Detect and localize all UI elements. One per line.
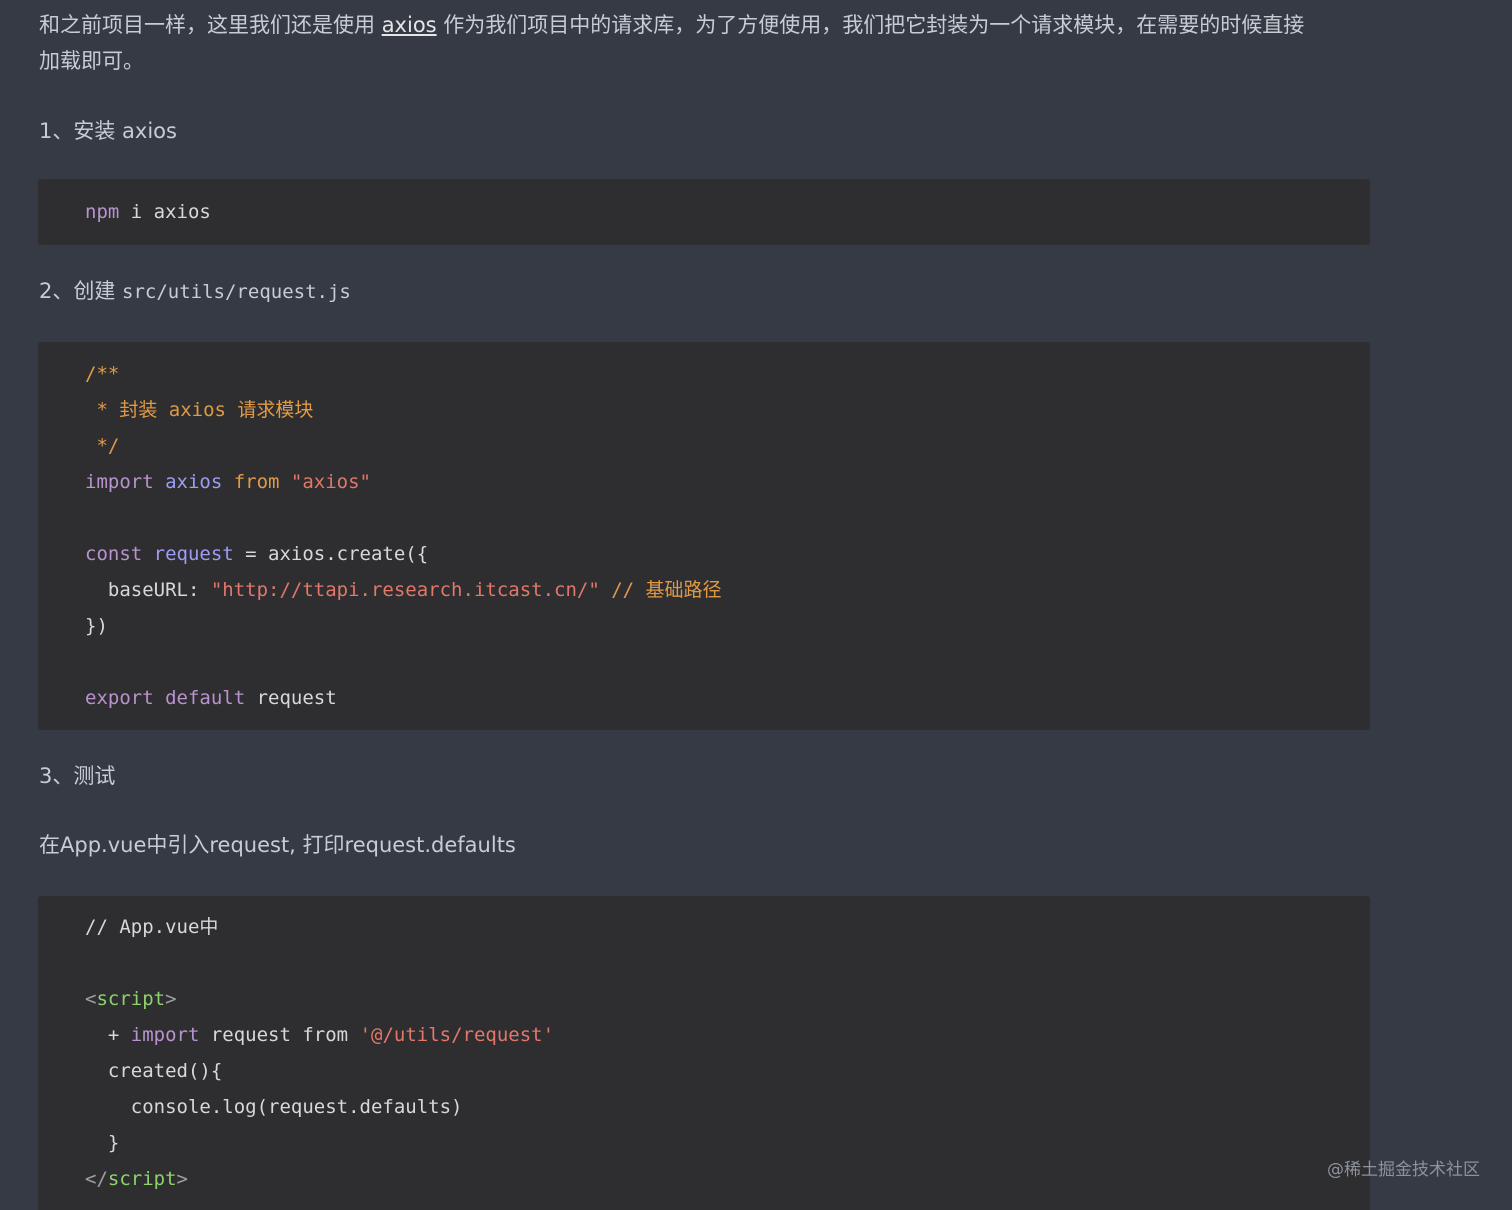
code-line: import axios from "axios" bbox=[85, 464, 1370, 500]
code-token: "http://ttapi.research.itcast.cn/" bbox=[210, 579, 600, 601]
code-token: script bbox=[107, 1168, 177, 1190]
test-description: 在App.vue中引入request, 打印request.defaults bbox=[39, 833, 516, 857]
code-token: baseURL: bbox=[85, 579, 211, 601]
code-token: // 基础路径 bbox=[599, 579, 722, 601]
code-line: + import request from '@/utils/request' bbox=[85, 1017, 1370, 1053]
intro-paragraph: 和之前项目一样，这里我们还是使用 axios 作为我们项目中的请求库，为了方便使… bbox=[39, 7, 1379, 43]
code-token: > bbox=[165, 988, 177, 1010]
step-3-heading: 3、测试 bbox=[39, 764, 116, 788]
code-line: /** bbox=[85, 363, 120, 385]
code-line: }) bbox=[85, 615, 108, 637]
step-1-heading: 1、安装 axios bbox=[39, 119, 177, 143]
code-block-request: /** * 封装 axios 请求模块 */ import axios from… bbox=[38, 342, 1370, 730]
code-token: import bbox=[85, 471, 154, 493]
code-token: '@/utils/request' bbox=[359, 1024, 555, 1046]
step-2-heading: 2、创建 src/utils/request.js bbox=[39, 273, 1379, 310]
code-token: i axios bbox=[119, 201, 211, 223]
file-path: src/utils/request.js bbox=[122, 281, 351, 303]
code-block-app-vue: // App.vue中 <script> + import request fr… bbox=[38, 896, 1370, 1210]
code-line: const request = axios.create({ bbox=[85, 536, 1370, 572]
code-token: script bbox=[96, 988, 166, 1010]
code-token: default bbox=[153, 687, 246, 709]
code-token: request from bbox=[199, 1024, 360, 1046]
intro-paragraph-line2: 加载即可。 bbox=[39, 49, 144, 73]
step-2-prefix: 2、创建 bbox=[39, 279, 123, 303]
watermark: @稀土掘金技术社区 bbox=[1327, 1160, 1480, 1180]
code-line: <script> bbox=[85, 981, 1370, 1017]
code-token: < bbox=[85, 988, 97, 1010]
code-token: request bbox=[245, 687, 337, 709]
code-line: console.log(request.defaults) bbox=[85, 1096, 463, 1118]
code-token: npm bbox=[85, 201, 120, 223]
code-line: } bbox=[85, 1132, 120, 1154]
code-line: export default request bbox=[85, 680, 1370, 716]
article-page: 和之前项目一样，这里我们还是使用 axios 作为我们项目中的请求库，为了方便使… bbox=[0, 0, 1512, 1210]
code-token: request bbox=[142, 543, 234, 565]
code-line: created(){ bbox=[85, 1060, 223, 1082]
code-line: baseURL: "http://ttapi.research.itcast.c… bbox=[85, 572, 1370, 608]
code-token: from bbox=[222, 471, 280, 493]
code-block-install: npm i axios bbox=[38, 179, 1370, 245]
code-token: export bbox=[85, 687, 154, 709]
code-token: const bbox=[85, 543, 143, 565]
code-line: npm i axios bbox=[85, 194, 1370, 230]
code-line: * 封装 axios 请求模块 bbox=[85, 399, 314, 421]
code-token: "axios" bbox=[279, 471, 371, 493]
code-token: import bbox=[130, 1024, 200, 1046]
intro-text-after: 作为我们项目中的请求库，为了方便使用，我们把它封装为一个请求模块，在需要的时候直… bbox=[436, 13, 1305, 37]
axios-link[interactable]: axios bbox=[382, 13, 437, 37]
code-line: */ bbox=[85, 435, 120, 457]
code-line: </script> bbox=[85, 1161, 1370, 1197]
code-line: // App.vue中 bbox=[85, 916, 219, 938]
code-token: + bbox=[85, 1024, 131, 1046]
code-token: > bbox=[176, 1168, 188, 1190]
code-token: </ bbox=[85, 1168, 108, 1190]
intro-text-before: 和之前项目一样，这里我们还是使用 bbox=[39, 13, 382, 37]
code-token: = axios.create({ bbox=[233, 543, 429, 565]
code-token: axios bbox=[153, 471, 223, 493]
